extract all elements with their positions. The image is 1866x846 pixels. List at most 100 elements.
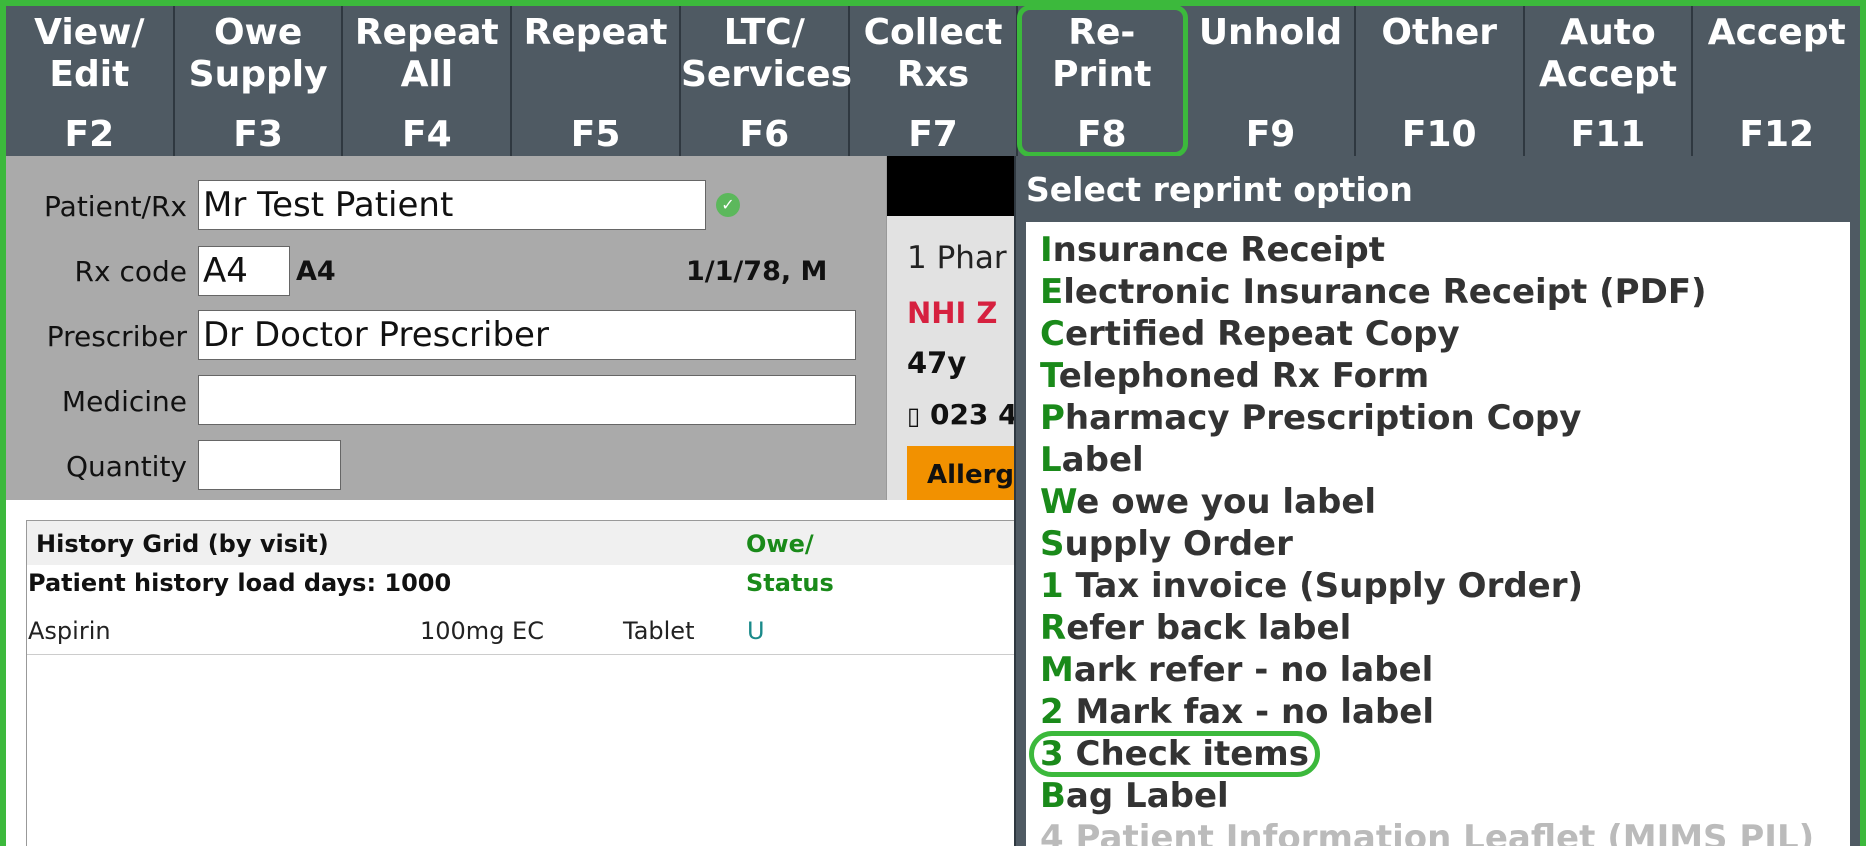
prescriber-input[interactable]: Dr Doctor Prescriber — [198, 310, 856, 360]
popup-title: Select reprint option — [1026, 170, 1413, 209]
f9-key-label: F9 — [1245, 114, 1296, 155]
option-label: lectronic Insurance Receipt (PDF) — [1063, 272, 1707, 312]
allergy-banner[interactable]: Allerg — [907, 446, 1026, 500]
accelerator-key: T — [1040, 356, 1059, 396]
row-status: U — [747, 617, 765, 645]
repeat-button[interactable]: Repeat F5 — [512, 6, 681, 156]
option-label: nsurance Receipt — [1052, 230, 1385, 270]
f12-key-label: F12 — [1739, 114, 1815, 155]
reprint-button[interactable]: Re- Print F8 — [1017, 6, 1189, 157]
option-insurance-receipt[interactable]: Insurance Receipt — [1032, 230, 1393, 270]
check-icon: ✓ — [716, 193, 740, 217]
option-patient-information-leaflet[interactable]: 4 Patient Information Leaflet (MIMS PIL) — [1032, 818, 1822, 846]
repeat-all-button[interactable]: Repeat All F4 — [343, 6, 513, 156]
option-mark-fax[interactable]: 2 Mark fax - no label — [1032, 692, 1442, 732]
phone-row: ▯ 023 4 — [907, 398, 1018, 431]
option-label: harmacy Prescription Copy — [1064, 398, 1582, 438]
option-label: elephoned Rx Form — [1058, 356, 1430, 396]
quantity-input[interactable] — [198, 440, 341, 490]
option-pharmacy-prescription-copy[interactable]: Pharmacy Prescription Copy — [1032, 398, 1589, 438]
patient-summary-panel: 1 Phar NHI Z 47y ▯ 023 4 Allerg — [886, 156, 1026, 500]
rx-code-input[interactable]: A4 — [198, 246, 290, 296]
accelerator-key: 4 — [1040, 818, 1064, 846]
patient-input[interactable]: Mr Test Patient — [198, 180, 706, 230]
collect-rxs-button[interactable]: Collect Rxs F7 — [850, 6, 1019, 156]
auto-accept-label: Auto Accept — [1539, 12, 1677, 95]
f7-key-label: F7 — [908, 114, 958, 155]
rx-code-row: Rx code — [6, 243, 193, 293]
f11-key-label: F11 — [1570, 114, 1646, 155]
accept-label: Accept — [1707, 12, 1846, 53]
unhold-button[interactable]: Unhold F9 — [1187, 6, 1356, 156]
f8-key-label: F8 — [1076, 114, 1127, 155]
patient-row: Patient/Rx — [6, 178, 193, 228]
f4-key-label: F4 — [402, 114, 452, 155]
reprint-label: Re- Print — [1052, 12, 1152, 95]
view-edit-label: View/ Edit — [34, 12, 145, 95]
row-medicine: Aspirin — [28, 617, 111, 645]
unhold-label: Unhold — [1198, 12, 1343, 53]
accelerator-key: W — [1040, 482, 1077, 522]
accelerator-key: L — [1040, 440, 1062, 480]
option-refer-back-label[interactable]: Refer back label — [1032, 608, 1359, 648]
quantity-row: Quantity — [6, 438, 193, 488]
f3-key-label: F3 — [233, 114, 283, 155]
option-mark-refer[interactable]: Mark refer - no label — [1032, 650, 1441, 690]
rx-code-display: A4 — [296, 256, 336, 287]
history-load-days: Patient history load days: 1000 — [28, 569, 452, 597]
patient-entry-panel: Patient/Rx Mr Test Patient ✓ Rx code A4 … — [6, 156, 886, 500]
reprint-options-popup: Select reprint option Insurance Receipt … — [1014, 156, 1860, 846]
other-button[interactable]: Other F10 — [1356, 6, 1525, 156]
history-grid-title: History Grid (by visit) — [36, 530, 329, 558]
reprint-options-list: Insurance Receipt Electronic Insurance R… — [1026, 222, 1850, 846]
row-form: Tablet — [623, 617, 695, 645]
option-label: Tax invoice (Supply Order) — [1063, 566, 1584, 606]
nhi-number: NHI Z — [907, 296, 998, 330]
option-bag-label[interactable]: Bag Label — [1032, 776, 1237, 816]
accelerator-key: P — [1040, 398, 1065, 438]
view-edit-button[interactable]: View/ Edit F2 — [6, 6, 175, 156]
ltc-services-button[interactable]: LTC/ Services F6 — [680, 6, 853, 156]
owe-column-header: Owe/ — [746, 530, 814, 558]
accept-button[interactable]: Accept F12 — [1693, 6, 1860, 156]
accelerator-key: B — [1040, 776, 1066, 816]
medicine-input[interactable] — [198, 375, 856, 425]
option-check-items[interactable]: 3 Check items — [1029, 731, 1320, 777]
collect-rxs-label: Collect Rxs — [863, 12, 1003, 95]
accelerator-key: M — [1040, 650, 1074, 690]
repeat-all-label: Repeat All — [354, 12, 499, 95]
option-electronic-insurance-receipt[interactable]: Electronic Insurance Receipt (PDF) — [1032, 272, 1715, 312]
other-label: Other — [1381, 12, 1498, 53]
status-column-header: Status — [746, 569, 834, 597]
option-label: ark refer - no label — [1073, 650, 1434, 690]
table-row[interactable]: Aspirin 100mg EC Tablet U — [27, 617, 1015, 653]
option-label: Mark fax - no label — [1063, 692, 1435, 732]
option-label: ag Label — [1065, 776, 1229, 816]
option-telephoned-rx-form[interactable]: Telephoned Rx Form — [1032, 356, 1437, 396]
accelerator-key: I — [1040, 230, 1053, 270]
accelerator-key: S — [1040, 524, 1065, 564]
row-strength: 100mg EC — [420, 617, 544, 645]
owe-supply-button[interactable]: Owe Supply F3 — [175, 6, 344, 156]
option-label: ertified Repeat Copy — [1064, 314, 1460, 354]
option-tax-invoice[interactable]: 1 Tax invoice (Supply Order) — [1032, 566, 1591, 606]
f10-key-label: F10 — [1401, 114, 1477, 155]
option-label-print[interactable]: Label — [1032, 440, 1152, 480]
patient-address: 1 Phar — [907, 240, 1007, 276]
option-certified-repeat-copy[interactable]: Certified Repeat Copy — [1032, 314, 1468, 354]
app-window: View/ Edit F2 Owe Supply F3 Repeat All F… — [0, 0, 1866, 846]
option-label: abel — [1061, 440, 1144, 480]
prescriber-row: Prescriber — [6, 308, 193, 358]
medicine-label: Medicine — [61, 385, 187, 418]
owe-supply-label: Owe Supply — [188, 12, 328, 95]
option-we-owe-you-label[interactable]: We owe you label — [1032, 482, 1384, 522]
auto-accept-button[interactable]: Auto Accept F11 — [1525, 6, 1694, 156]
f5-key-label: F5 — [570, 114, 621, 155]
patient-label: Patient/Rx — [44, 190, 187, 223]
option-supply-order[interactable]: Supply Order — [1032, 524, 1301, 564]
option-label: efer back label — [1066, 608, 1352, 648]
summary-header-bar — [887, 156, 1026, 216]
ltc-services-label: LTC/ Services — [680, 12, 853, 95]
accelerator-key: 3 — [1040, 734, 1064, 774]
repeat-label: Repeat — [523, 12, 668, 53]
